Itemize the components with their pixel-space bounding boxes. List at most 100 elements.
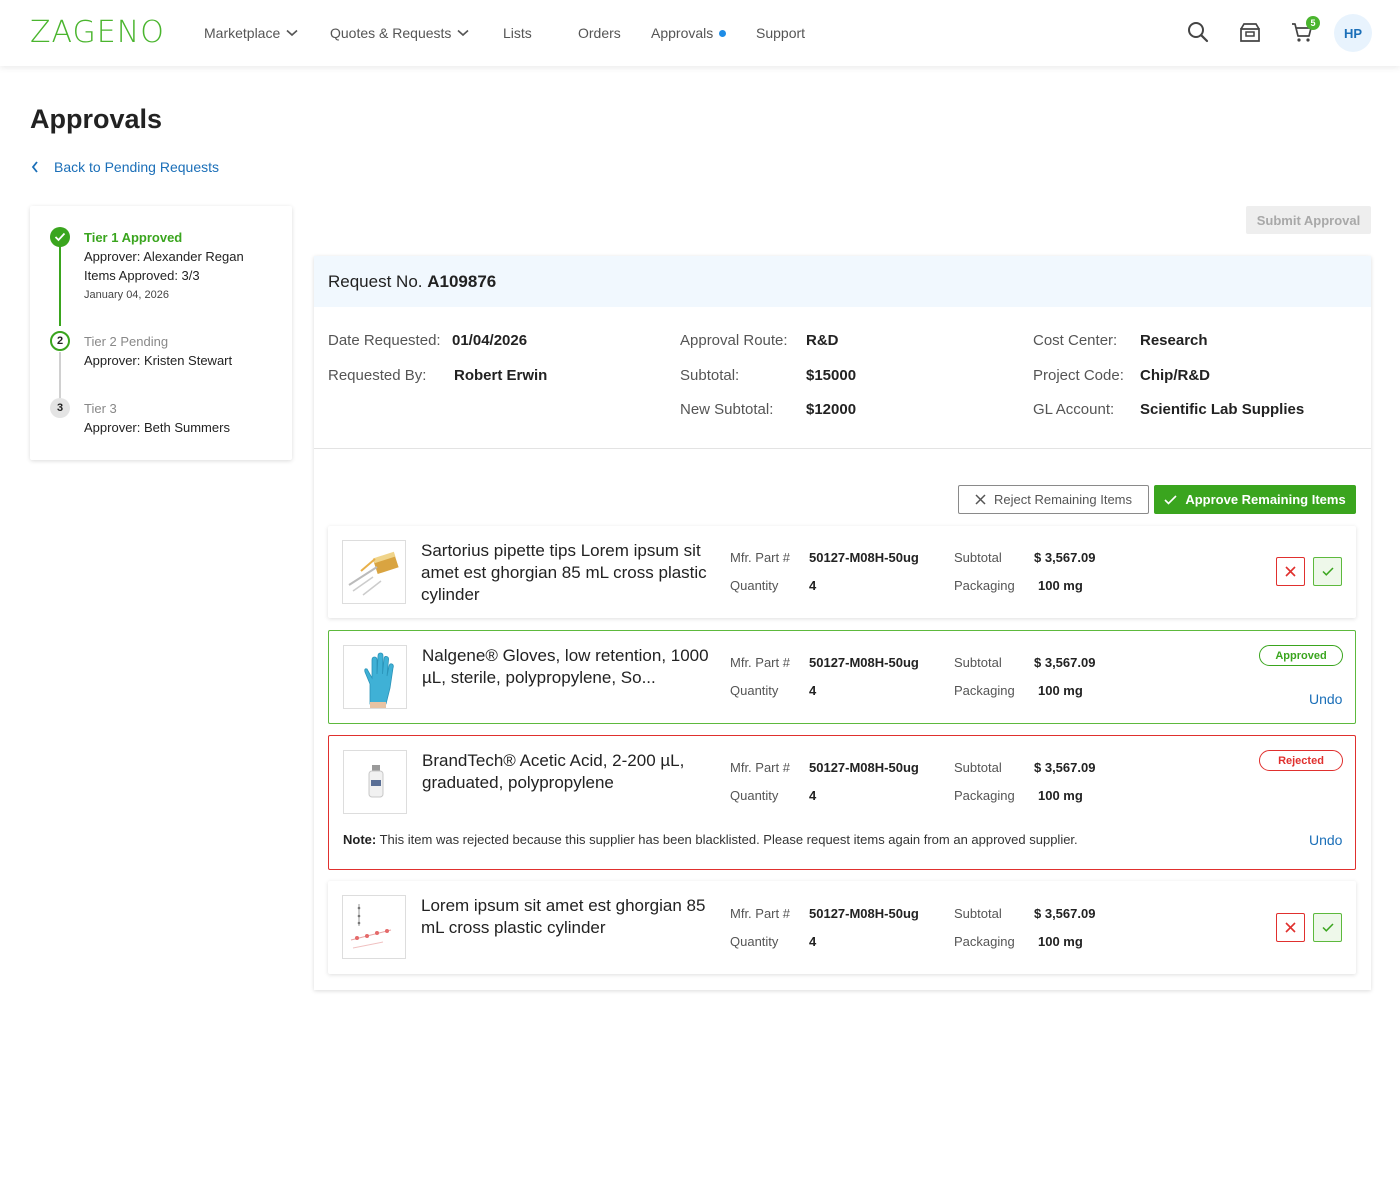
check-icon [1164, 494, 1177, 505]
request-item: Sartorius pipette tips Lorem ipsum sit a… [328, 526, 1356, 618]
subtotal-label: Subtotal [954, 760, 1002, 775]
packaging-value: 100 mg [1038, 578, 1083, 593]
reject-item-button[interactable] [1276, 557, 1305, 586]
request-number: A109876 [427, 272, 497, 291]
request-item-rejected: BrandTech® Acetic Acid, 2-200 µL, gradua… [328, 735, 1356, 870]
mfr-part-label: Mfr. Part # [730, 550, 790, 565]
tier-3-title: Tier 3 [84, 401, 117, 416]
mfr-part-value: 50127-M08H-50ug [809, 906, 919, 921]
tier-connector [59, 352, 61, 400]
subtotal-value: $15000 [806, 367, 857, 384]
subtotal-label: Subtotal [954, 550, 1002, 565]
gloves-thumbnail [343, 645, 407, 709]
tier-1-check-icon [50, 227, 70, 247]
tier-1-date: January 04, 2026 [84, 289, 170, 301]
cart-count-badge: 5 [1306, 16, 1320, 30]
nav-marketplace[interactable]: Marketplace [204, 24, 298, 42]
rejected-status-badge: Rejected [1259, 750, 1343, 771]
subtotal-label: Subtotal [954, 655, 1002, 670]
tier-2-approver: Approver: Kristen Stewart [84, 353, 233, 368]
nav-lists[interactable]: Lists [503, 24, 532, 42]
nav-quotes-label: Quotes & Requests [330, 25, 452, 41]
approval-route-value: R&D [806, 332, 839, 349]
user-avatar[interactable]: HP [1334, 14, 1372, 52]
subtotal-label: Subtotal: [680, 367, 740, 384]
approval-tiers-panel: Tier 1 Approved Approver: Alexander Rega… [30, 206, 292, 460]
quote-box-button[interactable] [1236, 18, 1264, 46]
new-subtotal-label: New Subtotal: [680, 401, 774, 418]
quantity-label: Quantity [730, 578, 779, 593]
item-name: Lorem ipsum sit amet est ghorgian 85 mL … [421, 896, 706, 937]
notification-dot [719, 29, 727, 37]
chevron-down-icon [457, 29, 469, 37]
note-text: This item was rejected because this supp… [379, 832, 1078, 847]
nav-approvals[interactable]: Approvals [651, 24, 727, 42]
check-icon [1321, 923, 1334, 932]
subtotal-label: Subtotal [954, 906, 1002, 921]
cost-center-label: Cost Center: [1033, 332, 1118, 349]
search-button[interactable] [1184, 18, 1212, 46]
nav-orders[interactable]: Orders [578, 24, 621, 42]
page-title: Approvals [30, 104, 163, 134]
close-icon [975, 494, 986, 505]
approve-item-button[interactable] [1313, 557, 1342, 586]
quantity-value: 4 [809, 683, 817, 698]
project-code-value: Chip/R&D [1140, 367, 1210, 384]
mfr-part-label: Mfr. Part # [730, 906, 790, 921]
pipette-tips-thumbnail [342, 540, 406, 604]
nav-orders-label: Orders [578, 25, 621, 41]
quantity-value: 4 [809, 578, 817, 593]
packaging-label: Packaging [954, 934, 1015, 949]
approve-remaining-items-button[interactable]: Approve Remaining Items [1154, 485, 1356, 514]
reject-remaining-items-button[interactable]: Reject Remaining Items [958, 485, 1149, 514]
undo-link[interactable]: Undo [1309, 831, 1342, 849]
top-navigation-bar: ZAGENO Marketplace Quotes & Requests Lis… [0, 0, 1400, 66]
chevron-left-icon [31, 161, 38, 173]
quantity-label: Quantity [730, 683, 779, 698]
item-name: Sartorius pipette tips Lorem ipsum sit a… [421, 541, 707, 604]
request-header: Request No. A109876 [314, 256, 1371, 307]
tier-1-approver: Approver: Alexander Regan [84, 249, 244, 264]
tier-1: Tier 1 Approved Approver: Alexander Rega… [84, 228, 244, 305]
subtotal-value: $ 3,567.09 [1034, 906, 1096, 921]
quantity-label: Quantity [730, 934, 779, 949]
tier-3-step-icon: 3 [50, 398, 70, 418]
approve-item-button[interactable] [1313, 913, 1342, 942]
submit-approval-button[interactable]: Submit Approval [1246, 206, 1371, 234]
nav-approvals-label: Approvals [651, 25, 714, 41]
quantity-value: 4 [809, 788, 817, 803]
cylinder-thumbnail [342, 895, 406, 959]
gl-account-label: GL Account: [1033, 401, 1115, 418]
note-label: Note: [343, 832, 377, 847]
request-item-approved: Nalgene® Gloves, low retention, 1000 µL,… [328, 630, 1356, 724]
packaging-value: 100 mg [1038, 788, 1083, 803]
back-link-label: Back to Pending Requests [54, 159, 219, 175]
search-icon [1188, 22, 1209, 43]
back-to-pending-link[interactable]: Back to Pending Requests [30, 158, 219, 176]
packaging-label: Packaging [954, 683, 1015, 698]
mfr-part-value: 50127-M08H-50ug [809, 550, 919, 565]
approval-route-label: Approval Route: [680, 332, 788, 349]
mfr-part-value: 50127-M08H-50ug [809, 760, 919, 775]
subtotal-value: $ 3,567.09 [1034, 550, 1096, 565]
reject-item-button[interactable] [1276, 913, 1305, 942]
nav-support[interactable]: Support [756, 24, 805, 42]
undo-link[interactable]: Undo [1309, 690, 1342, 708]
date-requested-label: Date Requested: [328, 332, 441, 349]
tier-1-items-approved: Items Approved: 3/3 [84, 268, 200, 283]
packaging-value: 100 mg [1038, 683, 1083, 698]
reject-remaining-label: Reject Remaining Items [994, 492, 1132, 507]
nav-quotes-requests[interactable]: Quotes & Requests [330, 24, 469, 42]
nav-support-label: Support [756, 25, 806, 41]
project-code-label: Project Code: [1033, 367, 1124, 384]
request-item: Lorem ipsum sit amet est ghorgian 85 mL … [328, 881, 1356, 974]
tier-3-approver: Approver: Beth Summers [84, 420, 230, 435]
tier-2-step-icon: 2 [50, 331, 70, 351]
subtotal-value: $ 3,567.09 [1034, 760, 1096, 775]
zageno-logo[interactable]: ZAGENO [30, 14, 165, 52]
close-icon [1285, 922, 1296, 933]
requested-by-label: Requested By: [328, 367, 427, 384]
close-icon [1285, 566, 1296, 577]
section-divider [314, 448, 1371, 449]
quantity-value: 4 [809, 934, 817, 949]
